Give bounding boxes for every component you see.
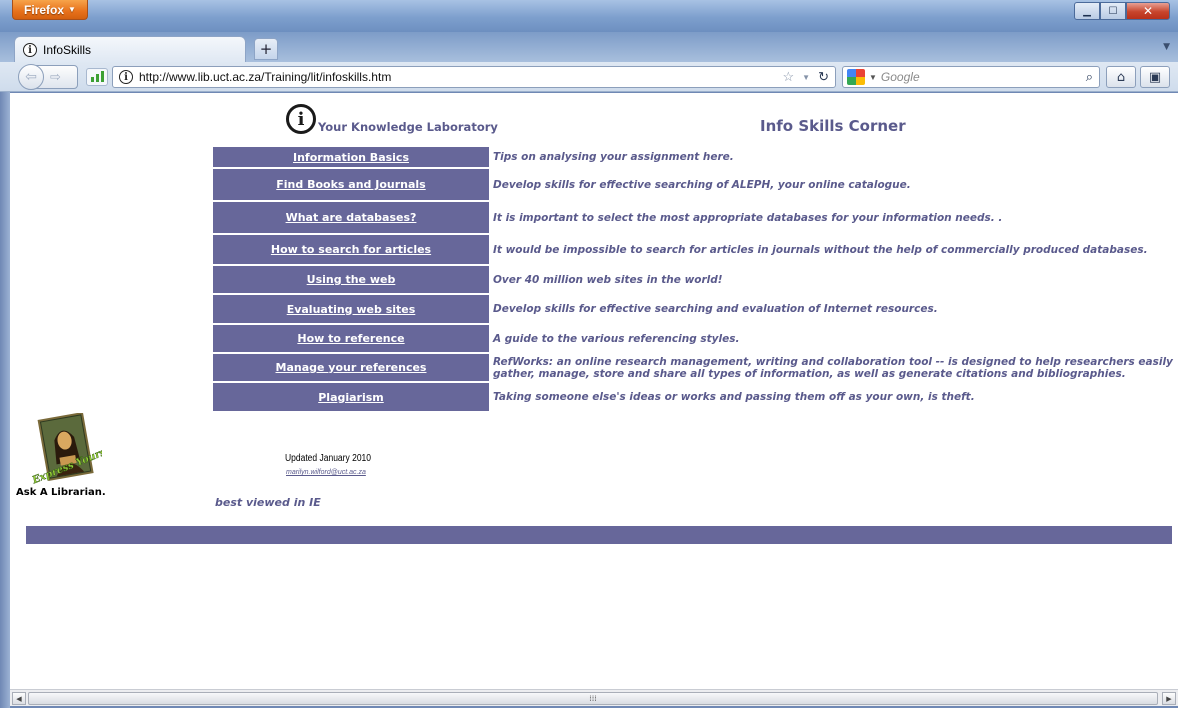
menu-cell: Plagiarism <box>213 383 489 411</box>
url-tools: ☆ ▼ ↻ <box>783 69 829 85</box>
new-tab-button[interactable]: + <box>254 38 278 60</box>
url-text: http://www.lib.uct.ac.za/Training/lit/in… <box>139 70 392 84</box>
tab-infoskills[interactable]: i InfoSkills <box>14 36 246 63</box>
menu-row: What are databases? It is important to s… <box>213 202 1173 233</box>
menu-link-plagiarism[interactable]: Plagiarism <box>318 391 384 404</box>
menu-row: Plagiarism Taking someone else's ideas o… <box>213 383 1173 411</box>
engine-dropdown-icon[interactable]: ▼ <box>869 73 877 82</box>
updated-date: Updated January 2010 <box>285 453 372 464</box>
menu-link-evaluating-web[interactable]: Evaluating web sites <box>287 303 416 316</box>
info-icon: i <box>23 43 37 57</box>
menu-row: How to reference A guide to the various … <box>213 325 1173 352</box>
menu-link-information-basics[interactable]: Information Basics <box>293 151 409 164</box>
page-title: Info Skills Corner <box>760 117 906 135</box>
google-engine-icon[interactable] <box>847 69 865 85</box>
menu-description: Develop skills for effective searching a… <box>493 303 938 315</box>
back-arrow-icon: ⇦ <box>25 69 37 85</box>
maximize-button[interactable]: ☐ <box>1100 2 1126 20</box>
tab-list-icon[interactable]: ▼ <box>1163 42 1170 52</box>
home-icon: ⌂ <box>1116 69 1126 85</box>
forward-button[interactable]: ⇨ <box>50 70 61 85</box>
menu-row: Information Basics Tips on analysing you… <box>213 147 1173 167</box>
back-forward-group: ⇦ ⇨ <box>18 64 78 90</box>
page-content: i Your Knowledge Laboratory Info Skills … <box>10 93 1178 689</box>
bookmarks-menu-icon: ▣ <box>1148 69 1162 85</box>
menu-description: Taking someone else's ideas or works and… <box>493 391 975 403</box>
site-identity-icon[interactable]: i <box>119 70 133 84</box>
search-icon[interactable]: ⌕ <box>1086 69 1093 85</box>
search-bar[interactable]: ▼ Google ⌕ <box>842 66 1100 88</box>
knowledge-lab-logo: i Your Knowledge Laboratory <box>286 104 498 134</box>
menu-row: How to search for articles It would be i… <box>213 235 1173 264</box>
menu-description: Develop skills for effective searching o… <box>493 178 911 191</box>
reload-icon[interactable]: ↻ <box>818 69 829 85</box>
menu-cell: Find Books and Journals <box>213 169 489 200</box>
menu-link-using-web[interactable]: Using the web <box>307 273 396 286</box>
window-titlebar: Firefox ▼ ▁ ☐ ✕ <box>0 0 1178 32</box>
scroll-right-button[interactable]: ▶ <box>1162 692 1176 705</box>
menu-row: Using the web Over 40 million web sites … <box>213 266 1173 293</box>
menu-row: Find Books and Journals Develop skills f… <box>213 169 1173 200</box>
navigation-toolbar: ⇦ ⇨ i http://www.lib.uct.ac.za/Training/… <box>0 62 1178 92</box>
close-button[interactable]: ✕ <box>1126 2 1170 20</box>
menu-description: Tips on analysing your assignment here. <box>493 151 734 163</box>
menu-description: RefWorks: an online research management,… <box>493 355 1173 380</box>
window-controls: ▁ ☐ ✕ <box>1074 2 1170 20</box>
menu-cell: What are databases? <box>213 202 489 233</box>
menu-description: It would be impossible to search for art… <box>493 243 1148 256</box>
horizontal-scrollbar[interactable]: ◀ ⁞⁞⁞ ▶ <box>10 689 1178 706</box>
menu-cell: Evaluating web sites <box>213 295 489 323</box>
mona-lisa-image[interactable]: Express Yourself! <box>24 413 102 485</box>
scroll-left-button[interactable]: ◀ <box>12 692 26 705</box>
window-left-frame <box>0 92 10 708</box>
menu-description: A guide to the various referencing style… <box>493 332 740 345</box>
contact-email-link[interactable]: marilyn.wilford@uct.ac.za <box>286 469 366 476</box>
bookmarks-button[interactable]: ▣ <box>1140 66 1170 88</box>
menu-link-search-articles[interactable]: How to search for articles <box>271 243 431 256</box>
menu-cell: Manage your references <box>213 354 489 381</box>
menu-row: Evaluating web sites Develop skills for … <box>213 295 1173 323</box>
menu-cell: Using the web <box>213 266 489 293</box>
tab-title: InfoSkills <box>43 43 92 57</box>
search-placeholder: Google <box>880 70 920 84</box>
menu-row: Manage your references RefWorks: an onli… <box>213 354 1173 381</box>
menu-link-how-to-reference[interactable]: How to reference <box>297 332 404 345</box>
bookmark-star-icon[interactable]: ☆ <box>783 69 795 85</box>
menu-description: It is important to select the most appro… <box>493 211 1003 224</box>
menu-link-find-books[interactable]: Find Books and Journals <box>276 178 425 191</box>
menu-cell: Information Basics <box>213 147 489 167</box>
ask-a-librarian-link[interactable]: Ask A Librarian. <box>16 487 106 498</box>
menu-link-manage-references[interactable]: Manage your references <box>276 361 427 374</box>
menu-cell: How to reference <box>213 325 489 352</box>
menu-table: Information Basics Tips on analysing you… <box>213 147 1173 413</box>
chevron-down-icon: ▼ <box>68 5 76 14</box>
minimize-button[interactable]: ▁ <box>1074 2 1100 20</box>
best-viewed-note: best viewed in IE <box>215 496 321 509</box>
firefox-menu-label: Firefox <box>24 2 65 17</box>
scroll-thumb[interactable]: ⁞⁞⁞ <box>28 692 1158 705</box>
menu-link-databases[interactable]: What are databases? <box>286 211 417 224</box>
logo-text: Your Knowledge Laboratory <box>318 120 498 134</box>
menu-description: Over 40 million web sites in the world! <box>493 273 723 286</box>
footer-bar <box>26 526 1172 544</box>
info-logo-icon: i <box>286 104 316 134</box>
home-button[interactable]: ⌂ <box>1106 66 1136 88</box>
menu-cell: How to search for articles <box>213 235 489 264</box>
tab-strip: i InfoSkills + ▼ <box>0 32 1178 63</box>
history-dropdown-icon[interactable]: ▼ <box>802 73 810 82</box>
signal-bars-icon[interactable] <box>86 68 108 86</box>
firefox-menu-button[interactable]: Firefox ▼ <box>12 0 88 20</box>
url-bar[interactable]: i http://www.lib.uct.ac.za/Training/lit/… <box>112 66 836 88</box>
back-button[interactable]: ⇦ <box>18 64 44 90</box>
